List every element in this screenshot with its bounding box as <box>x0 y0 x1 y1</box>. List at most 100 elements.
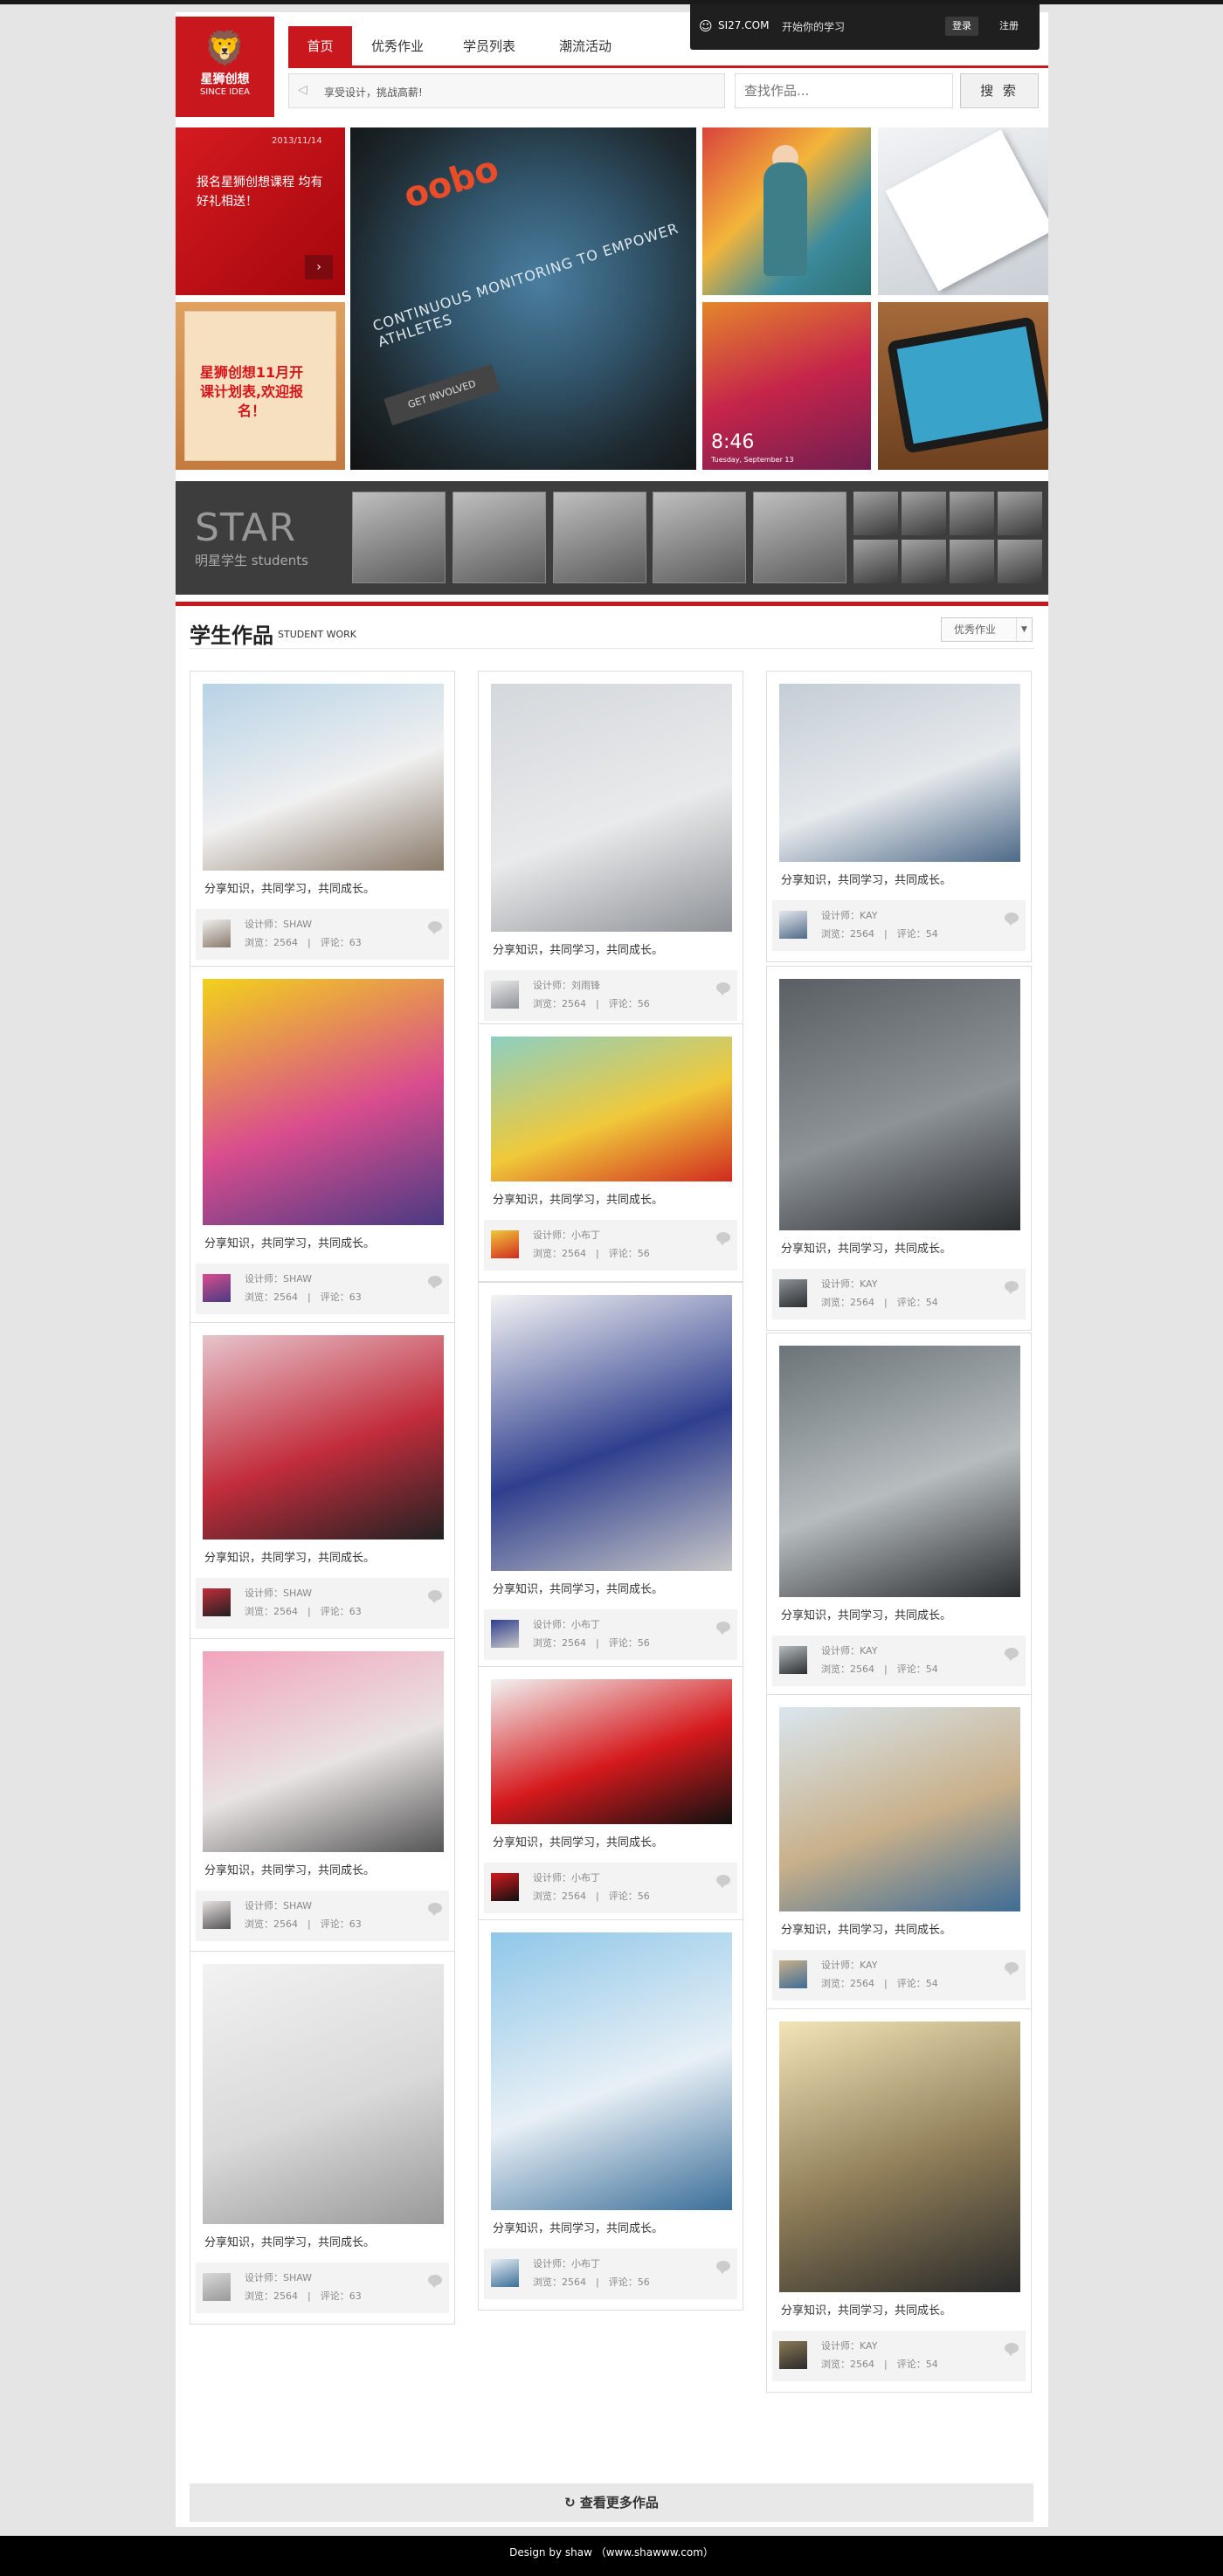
student-thumb[interactable] <box>853 540 898 583</box>
tab-student-list[interactable]: 学员列表 <box>454 26 524 66</box>
work-card[interactable]: 分享知识，共同学习，共同成长。 设计师：SHAW 浏览：2564 | 评论：63 <box>190 671 455 971</box>
site-domain[interactable]: SI27.COM <box>718 19 769 31</box>
work-card[interactable]: 分享知识，共同学习，共同成长。 设计师：KAY 浏览：2564 | 评论：54 <box>766 1694 1032 2012</box>
designer-avatar[interactable] <box>203 1588 231 1616</box>
designer-name[interactable]: 设计师：SHAW <box>245 1271 312 1285</box>
work-thumbnail[interactable] <box>779 979 1020 1230</box>
category-select[interactable]: 优秀作业 ▼ <box>941 617 1033 642</box>
tab-excellent-work[interactable]: 优秀作业 <box>363 26 432 66</box>
comment-icon[interactable] <box>1005 1962 1019 1975</box>
hero-image-large[interactable]: oobo CONTINUOUS MONITORING TO EMPOWER AT… <box>350 127 696 470</box>
designer-avatar[interactable] <box>491 1873 519 1901</box>
student-thumb[interactable] <box>998 492 1042 535</box>
designer-avatar[interactable] <box>779 911 807 939</box>
work-thumbnail[interactable] <box>203 1964 444 2224</box>
designer-name[interactable]: 设计师：刘雨锋 <box>533 978 600 992</box>
work-card[interactable]: 分享知识，共同学习，共同成长。 设计师：KAY 浏览：2564 | 评论：54 <box>766 1333 1032 1698</box>
comment-icon[interactable] <box>1005 1281 1019 1294</box>
designer-name[interactable]: 设计师：KAY <box>821 1277 877 1291</box>
student-avatar[interactable] <box>753 492 846 583</box>
work-card[interactable]: 分享知识，共同学习，共同成长。 设计师：KAY 浏览：2564 | 评论：54 <box>766 2008 1032 2393</box>
work-card[interactable]: 分享知识，共同学习，共同成长。 设计师：刘雨锋 浏览：2564 | 评论：56 <box>478 671 743 1032</box>
work-card[interactable]: 分享知识，共同学习，共同成长。 设计师：KAY 浏览：2564 | 评论：54 <box>766 966 1032 1331</box>
work-thumbnail[interactable] <box>779 1346 1020 1597</box>
promo-tile-courses[interactable]: 2013/11/14 报名星狮创想课程 均有好礼相送！ › <box>176 127 345 295</box>
student-avatar[interactable] <box>653 492 746 583</box>
work-thumbnail[interactable] <box>203 1335 444 1539</box>
work-thumbnail[interactable] <box>491 684 732 932</box>
designer-name[interactable]: 设计师：SHAW <box>245 1586 312 1600</box>
designer-name[interactable]: 设计师：SHAW <box>245 917 312 931</box>
designer-name[interactable]: 设计师：KAY <box>821 1958 877 1972</box>
work-thumbnail[interactable] <box>779 2022 1020 2292</box>
promo-tile-schedule[interactable]: 星狮创想11月开课计划表,欢迎报名！ <box>176 302 345 470</box>
student-avatar[interactable] <box>553 492 646 583</box>
comment-icon[interactable] <box>716 1622 730 1635</box>
designer-name[interactable]: 设计师：小布丁 <box>533 2256 600 2270</box>
register-button[interactable]: 注册 <box>992 17 1026 36</box>
login-button[interactable]: 登录 <box>945 17 978 36</box>
work-thumbnail[interactable] <box>491 1295 732 1571</box>
comment-icon[interactable] <box>1005 1648 1019 1661</box>
student-thumb[interactable] <box>950 540 994 583</box>
comment-icon[interactable] <box>1005 2343 1019 2356</box>
student-thumb[interactable] <box>902 492 946 535</box>
designer-name[interactable]: 设计师：SHAW <box>245 1898 312 1912</box>
designer-avatar[interactable] <box>491 981 519 1009</box>
comment-icon[interactable] <box>1005 913 1019 926</box>
designer-avatar[interactable] <box>203 1274 231 1302</box>
work-thumbnail[interactable] <box>491 1037 732 1181</box>
designer-avatar[interactable] <box>779 1279 807 1307</box>
comment-icon[interactable] <box>428 1903 442 1916</box>
designer-name[interactable]: 设计师：小布丁 <box>533 1870 600 1884</box>
work-card[interactable]: 分享知识，共同学习，共同成长。 设计师：小布丁 浏览：2564 | 评论：56 <box>478 1023 743 1282</box>
student-avatar[interactable] <box>352 492 446 583</box>
designer-name[interactable]: 设计师：KAY <box>821 2338 877 2352</box>
comment-icon[interactable] <box>428 2275 442 2288</box>
search-input[interactable] <box>736 74 945 107</box>
work-thumbnail[interactable] <box>203 979 444 1225</box>
hero-image-paper[interactable] <box>878 127 1048 295</box>
tab-trend-events[interactable]: 潮流活动 <box>550 26 620 66</box>
designer-avatar[interactable] <box>203 2273 231 2301</box>
tab-home[interactable]: 首页 <box>288 26 352 66</box>
designer-avatar[interactable] <box>491 2259 519 2287</box>
designer-name[interactable]: 设计师：SHAW <box>245 2270 312 2284</box>
student-avatar[interactable] <box>453 492 546 583</box>
work-thumbnail[interactable] <box>203 684 444 871</box>
designer-name[interactable]: 设计师：KAY <box>821 908 877 922</box>
student-thumb[interactable] <box>998 540 1042 583</box>
designer-avatar[interactable] <box>779 1960 807 1988</box>
comment-icon[interactable] <box>428 1276 442 1289</box>
work-card[interactable]: 分享知识，共同学习，共同成长。 设计师：小布丁 浏览：2564 | 评论：56 <box>478 1666 743 1925</box>
work-card[interactable]: 分享知识，共同学习，共同成长。 设计师：SHAW 浏览：2564 | 评论：63 <box>190 966 455 1326</box>
work-thumbnail[interactable] <box>491 1932 732 2210</box>
load-more-button[interactable]: ↻ 查看更多作品 <box>190 2483 1033 2522</box>
work-thumbnail[interactable] <box>779 684 1020 862</box>
comment-icon[interactable] <box>716 1232 730 1245</box>
designer-name[interactable]: 设计师：小布丁 <box>533 1228 600 1242</box>
designer-avatar[interactable] <box>779 2341 807 2369</box>
designer-avatar[interactable] <box>779 1646 807 1674</box>
comment-icon[interactable] <box>428 1590 442 1603</box>
work-card[interactable]: 分享知识，共同学习，共同成长。 设计师：KAY 浏览：2564 | 评论：54 <box>766 671 1032 962</box>
hero-image-girl[interactable] <box>702 127 871 295</box>
student-thumb[interactable] <box>950 492 994 535</box>
work-card[interactable]: 分享知识，共同学习，共同成长。 设计师：小布丁 浏览：2564 | 评论：56 <box>478 1282 743 1671</box>
work-thumbnail[interactable] <box>203 1651 444 1852</box>
comment-icon[interactable] <box>428 921 442 934</box>
work-thumbnail[interactable] <box>491 1679 732 1824</box>
comment-icon[interactable] <box>716 1875 730 1888</box>
search-button[interactable]: 搜 索 <box>960 73 1039 108</box>
work-thumbnail[interactable] <box>779 1707 1020 1911</box>
designer-avatar[interactable] <box>203 920 231 947</box>
work-card[interactable]: 分享知识，共同学习，共同成长。 设计师：小布丁 浏览：2564 | 评论：56 <box>478 1919 743 2311</box>
designer-avatar[interactable] <box>491 1620 519 1648</box>
comment-icon[interactable] <box>716 2261 730 2274</box>
student-thumb[interactable] <box>853 492 898 535</box>
site-logo[interactable]: 🦁 星狮创想 SINCE IDEA <box>176 17 274 117</box>
work-card[interactable]: 分享知识，共同学习，共同成长。 设计师：SHAW 浏览：2564 | 评论：63 <box>190 1638 455 1953</box>
comment-icon[interactable] <box>716 982 730 995</box>
work-card[interactable]: 分享知识，共同学习，共同成长。 设计师：SHAW 浏览：2564 | 评论：63 <box>190 1322 455 1640</box>
hero-image-device[interactable] <box>878 302 1048 470</box>
